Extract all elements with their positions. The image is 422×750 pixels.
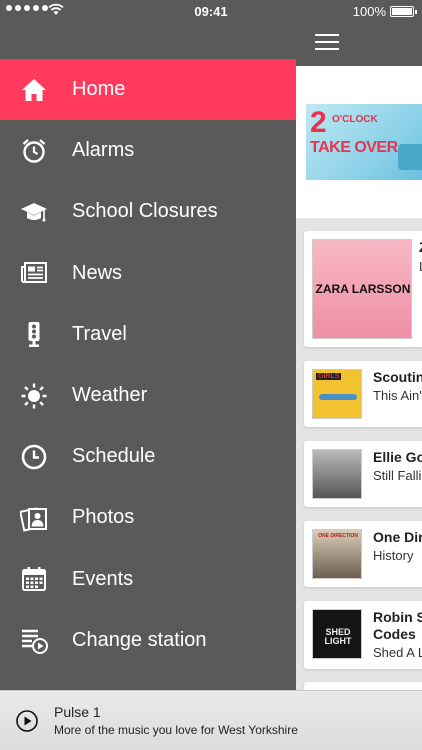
- banner-oclock: O'CLOCK: [332, 114, 378, 125]
- menu-item-alarms[interactable]: Alarms: [0, 120, 296, 181]
- song-card[interactable]: ONE DIRECTION One Dire History: [304, 521, 422, 587]
- album-art: ONE DIRECTION: [312, 529, 362, 579]
- menu-item-photos[interactable]: Photos: [0, 487, 296, 548]
- album-art: GIRLS: [312, 369, 362, 419]
- song-artist: History: [373, 548, 414, 563]
- banner-number: 2: [310, 106, 327, 139]
- song-card[interactable]: SHED LIGHT Robin S Codes Shed A L: [304, 601, 422, 669]
- album-art-text: ZARA LARSSON: [315, 282, 411, 296]
- album-art: ZARA LARSSON: [312, 239, 412, 339]
- graduation-cap-icon: [21, 202, 47, 222]
- song-title-line2: Codes: [373, 626, 416, 642]
- now-playing-bar[interactable]: Pulse 1 More of the music you love for W…: [0, 690, 422, 750]
- clock-icon: [21, 444, 47, 470]
- song-card[interactable]: [304, 682, 422, 690]
- menu-item-label: Alarms: [72, 139, 135, 162]
- drawer-menu: Home Alarms School Closures News Travel …: [0, 59, 296, 671]
- menu-item-travel[interactable]: Travel: [0, 304, 296, 365]
- menu-item-label: Travel: [72, 322, 127, 345]
- status-bar: 09:41 100%: [0, 0, 422, 22]
- battery-percentage: 100%: [352, 4, 386, 19]
- banner-takeover: TAKE OVER: [310, 139, 398, 156]
- song-card[interactable]: ZARA LARSSON Z L: [304, 231, 422, 347]
- menu-item-label: Change station: [72, 628, 207, 651]
- album-art: [312, 449, 362, 499]
- menu-item-school-closures[interactable]: School Closures: [0, 181, 296, 242]
- battery-icon: [390, 6, 417, 17]
- menu-item-label: Schedule: [72, 445, 156, 468]
- menu-item-label: Photos: [72, 506, 135, 529]
- menu-item-events[interactable]: Events: [0, 549, 296, 610]
- song-title: Ellie Go: [373, 449, 422, 465]
- menu-item-label: School Closures: [72, 200, 218, 223]
- album-art-text: GIRLS: [316, 373, 342, 380]
- song-artist: This Ain't: [373, 388, 422, 403]
- main-content: 2 O'CLOCK TAKE OVER ZARA LARSSON Z L GIR…: [296, 0, 422, 690]
- traffic-light-icon: [28, 322, 40, 348]
- change-station-icon: [22, 630, 48, 655]
- album-art-plane: [319, 394, 357, 400]
- station-tagline: More of the music you love for West York…: [54, 723, 298, 737]
- menu-item-label: Weather: [72, 384, 148, 407]
- album-art: SHED LIGHT: [312, 609, 362, 659]
- menu-item-change-station[interactable]: Change station: [0, 610, 296, 671]
- hamburger-menu-icon[interactable]: [315, 34, 339, 50]
- station-name: Pulse 1: [54, 704, 101, 720]
- menu-item-label: Home: [72, 78, 126, 101]
- menu-item-label: Events: [72, 567, 134, 590]
- menu-item-weather[interactable]: Weather: [0, 365, 296, 426]
- promo-banner[interactable]: 2 O'CLOCK TAKE OVER: [296, 66, 422, 218]
- home-icon: [22, 78, 46, 101]
- song-title: Robin S: [373, 609, 422, 625]
- radio-illustration: [398, 144, 422, 170]
- newspaper-icon: [21, 262, 47, 284]
- song-title: Scoutin: [373, 369, 422, 385]
- calendar-icon: [22, 567, 46, 592]
- album-art-text: SHED LIGHT: [324, 627, 352, 646]
- song-title: One Dire: [373, 529, 422, 545]
- navigation-drawer: Home Alarms School Closures News Travel …: [0, 0, 296, 690]
- alarm-clock-icon: [22, 138, 46, 163]
- album-art-text: ONE DIRECTION: [318, 533, 358, 539]
- song-card[interactable]: Ellie Go Still Fallin: [304, 441, 422, 507]
- menu-item-news[interactable]: News: [0, 243, 296, 304]
- menu-item-schedule[interactable]: Schedule: [0, 426, 296, 487]
- song-artist: Shed A L: [373, 645, 422, 660]
- menu-item-home[interactable]: Home: [0, 59, 296, 121]
- sun-icon: [21, 383, 47, 409]
- banner-image: 2 O'CLOCK TAKE OVER: [306, 104, 422, 180]
- play-button-icon[interactable]: [16, 710, 38, 732]
- menu-item-label: News: [72, 261, 123, 284]
- song-artist: Still Fallin: [373, 468, 422, 483]
- song-card[interactable]: GIRLS Scoutin This Ain't: [304, 361, 422, 427]
- photos-icon: [20, 507, 47, 532]
